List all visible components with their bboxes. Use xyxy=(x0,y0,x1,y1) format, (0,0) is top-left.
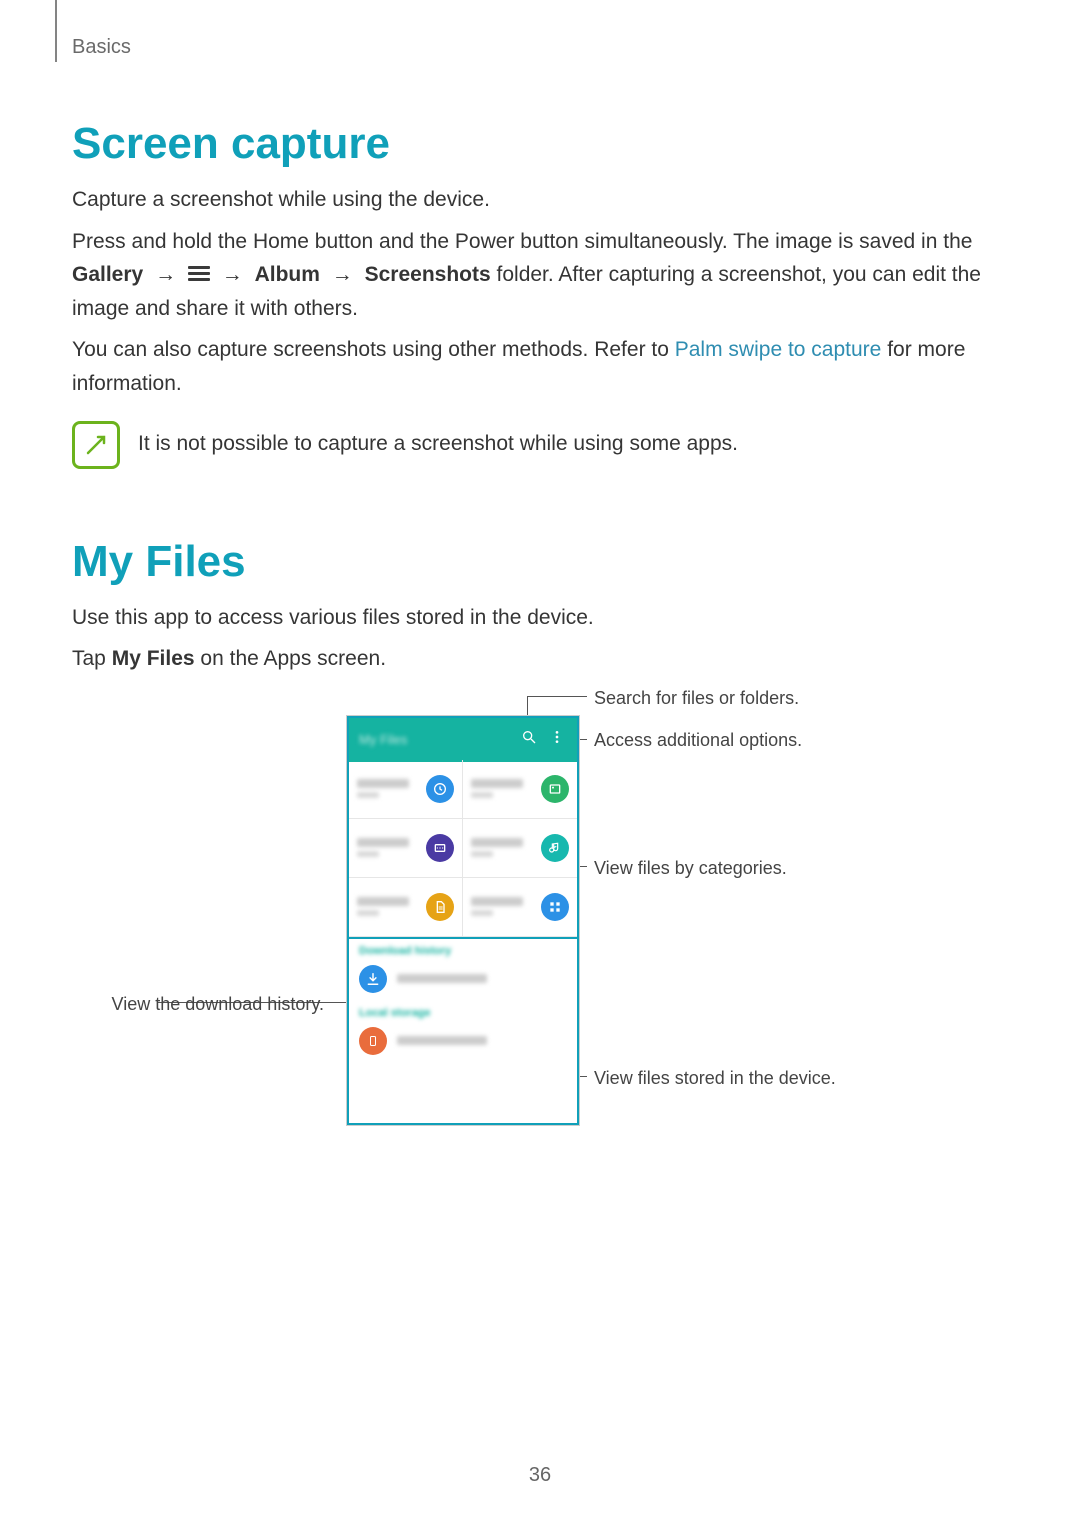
category-tile[interactable] xyxy=(463,760,577,819)
text-bold: Screenshots xyxy=(365,263,491,286)
section-download-history: Download history xyxy=(349,937,577,959)
callout-categories: View files by categories. xyxy=(594,858,787,879)
row-download-history[interactable] xyxy=(349,959,577,999)
category-icon xyxy=(426,893,454,921)
category-tile[interactable] xyxy=(349,760,463,819)
more-icon[interactable] xyxy=(547,729,567,750)
heading-my-files: My Files xyxy=(72,537,1017,587)
text: Press and hold the Home button and the P… xyxy=(72,230,972,253)
section-local-storage: Local storage xyxy=(349,999,577,1021)
text-bold: Album xyxy=(255,263,320,286)
category-icon xyxy=(541,893,569,921)
category-icon xyxy=(426,834,454,862)
download-icon xyxy=(359,965,387,993)
paragraph: You can also capture screenshots using o… xyxy=(72,333,1017,400)
phone-screenshot: My Files Download history Local storage xyxy=(347,716,579,1125)
category-tile[interactable] xyxy=(349,819,463,878)
note-text: It is not possible to capture a screensh… xyxy=(138,427,738,461)
callout-options: Access additional options. xyxy=(594,730,802,751)
device-icon xyxy=(359,1027,387,1055)
arrow-icon: → xyxy=(149,258,182,292)
category-icon xyxy=(541,775,569,803)
appbar-title: My Files xyxy=(359,732,511,747)
text-bold: My Files xyxy=(112,647,195,670)
category-tile[interactable] xyxy=(463,819,577,878)
category-icon xyxy=(541,834,569,862)
category-tile[interactable] xyxy=(463,878,577,937)
heading-screen-capture: Screen capture xyxy=(72,119,1017,169)
arrow-icon: → xyxy=(326,258,359,292)
callout-download-history: View the download history. xyxy=(112,994,324,1015)
page-number: 36 xyxy=(0,1464,1080,1487)
category-tile[interactable] xyxy=(349,878,463,937)
search-icon[interactable] xyxy=(519,729,539,750)
link-palm-swipe[interactable]: Palm swipe to capture xyxy=(675,338,882,361)
breadcrumb: Basics xyxy=(72,36,1017,59)
callout-device-storage: View files stored in the device. xyxy=(594,1068,836,1089)
paragraph: Tap My Files on the Apps screen. xyxy=(72,642,1017,676)
arrow-icon: → xyxy=(216,258,249,292)
row-device-storage[interactable] xyxy=(349,1021,577,1061)
text: You can also capture screenshots using o… xyxy=(72,338,675,361)
categories-panel[interactable] xyxy=(347,760,579,939)
paragraph: Use this app to access various files sto… xyxy=(72,601,1017,635)
callout-search: Search for files or folders. xyxy=(594,688,799,709)
paragraph: Press and hold the Home button and the P… xyxy=(72,225,1017,326)
menu-icon xyxy=(188,263,210,284)
note-icon xyxy=(72,421,120,469)
text: Tap xyxy=(72,647,112,670)
text: on the Apps screen. xyxy=(200,647,386,670)
category-icon xyxy=(426,775,454,803)
paragraph: Capture a screenshot while using the dev… xyxy=(72,183,1017,217)
text-bold: Gallery xyxy=(72,263,143,286)
figure-my-files: Search for files or folders. Access addi… xyxy=(72,706,1017,1236)
